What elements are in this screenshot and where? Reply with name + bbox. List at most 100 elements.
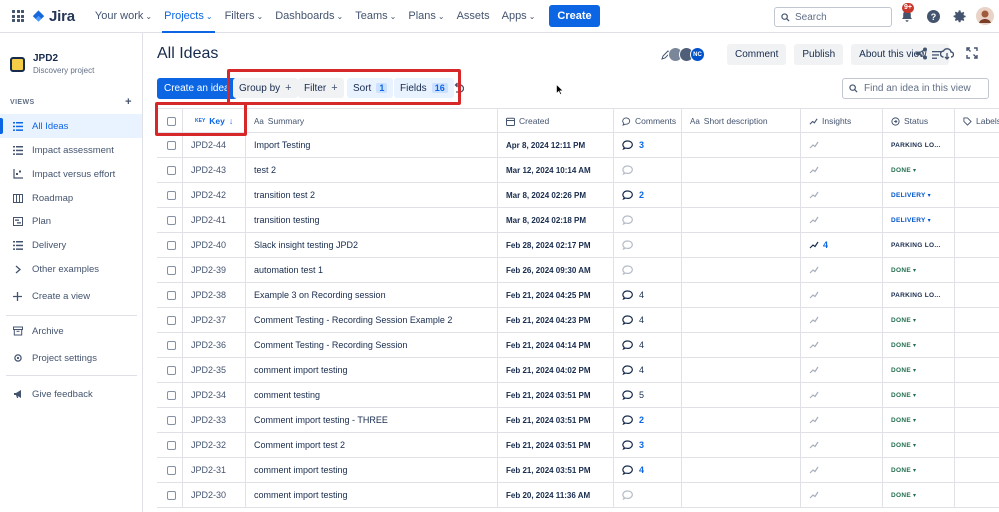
short-description-cell[interactable] [682,383,801,407]
key-cell[interactable]: JPD2-41 [183,208,246,232]
insights-cell[interactable] [801,358,883,382]
short-description-cell[interactable] [682,258,801,282]
key-cell[interactable]: JPD2-33 [183,408,246,432]
status-badge[interactable]: DONE ▾ [891,392,916,399]
row-checkbox[interactable] [167,415,176,425]
short-description-cell[interactable] [682,483,801,507]
column-header-short-description[interactable]: Aa Short description [682,109,801,133]
status-cell[interactable]: DONE ▾ [883,333,955,357]
row-select-cell[interactable] [157,433,183,457]
insights-cell[interactable] [801,133,883,157]
insights-cell[interactable] [801,283,883,307]
short-description-cell[interactable] [682,133,801,157]
table-row[interactable]: JPD2-33 Comment import testing - THREE Feb… [157,408,999,433]
status-cell[interactable]: PARKING LO... [883,283,955,307]
status-cell[interactable]: DONE ▾ [883,308,955,332]
status-cell[interactable]: DONE ▾ [883,408,955,432]
labels-cell[interactable] [955,433,999,457]
table-row[interactable]: JPD2-41 transition testing Mar 8, 2024 02:… [157,208,999,233]
status-cell[interactable]: DONE ▾ [883,258,955,282]
comment-button[interactable]: Comment [727,44,787,65]
summary-cell[interactable]: Comment import test 2 [246,433,498,457]
table-row[interactable]: JPD2-39 automation test 1 Feb 26, 2024 09:… [157,258,999,283]
insights-cell[interactable] [801,308,883,332]
cloud-export-icon[interactable] [940,47,954,60]
share-icon[interactable] [915,47,928,60]
fullscreen-icon[interactable] [966,47,978,59]
status-cell[interactable]: DONE ▾ [883,458,955,482]
settings-gear-icon[interactable] [950,7,968,25]
row-checkbox[interactable] [167,140,176,150]
row-select-cell[interactable] [157,483,183,507]
collaborator-avatars[interactable]: NC [660,47,705,62]
key-cell[interactable]: JPD2-42 [183,183,246,207]
status-cell[interactable]: DONE ▾ [883,433,955,457]
table-row[interactable]: JPD2-40 Slack insight testing JPD2 Feb 28,… [157,233,999,258]
row-select-cell[interactable] [157,383,183,407]
summary-cell[interactable]: automation test 1 [246,258,498,282]
insights-cell[interactable] [801,383,883,407]
summary-cell[interactable]: transition testing [246,208,498,232]
row-checkbox[interactable] [167,215,176,225]
table-row[interactable]: JPD2-43 test 2 Mar 12, 2024 10:14 AM DONE ▾ [157,158,999,183]
add-view-plus-icon[interactable]: + [125,96,132,108]
summary-cell[interactable]: transition test 2 [246,183,498,207]
row-checkbox[interactable] [167,390,176,400]
summary-cell[interactable]: Comment import testing - THREE [246,408,498,432]
row-select-cell[interactable] [157,358,183,382]
app-switcher-icon[interactable] [12,10,24,22]
short-description-cell[interactable] [682,158,801,182]
status-cell[interactable]: PARKING LO... [883,133,955,157]
row-checkbox[interactable] [167,440,176,450]
row-checkbox[interactable] [167,340,176,350]
short-description-cell[interactable] [682,283,801,307]
summary-cell[interactable]: comment import testing [246,483,498,507]
labels-cell[interactable] [955,133,999,157]
table-row[interactable]: JPD2-31 comment import testing Feb 21, 202… [157,458,999,483]
comments-cell[interactable] [614,233,682,257]
status-badge[interactable]: DELIVERY ▾ [891,192,931,199]
insights-cell[interactable] [801,158,883,182]
short-description-cell[interactable] [682,308,801,332]
comments-cell[interactable]: 5 [614,383,682,407]
column-header-comments[interactable]: Comments [614,109,682,133]
column-header-summary[interactable]: Aa Summary [246,109,498,133]
sidebar-item-impact-assessment[interactable]: Impact assessment [0,138,142,162]
summary-cell[interactable]: comment import testing [246,458,498,482]
summary-cell[interactable]: Comment Testing - Recording Session Exam… [246,308,498,332]
key-cell[interactable]: JPD2-36 [183,333,246,357]
comments-cell[interactable]: 4 [614,308,682,332]
status-badge[interactable]: PARKING LO... [891,242,941,249]
table-row[interactable]: JPD2-42 transition test 2 Mar 8, 2024 02:2… [157,183,999,208]
summary-cell[interactable]: Import Testing [246,133,498,157]
summary-cell[interactable]: test 2 [246,158,498,182]
sidebar-item-impact-versus-effort[interactable]: Impact versus effort [0,162,142,186]
row-select-cell[interactable] [157,183,183,207]
comments-cell[interactable]: 4 [614,283,682,307]
row-checkbox[interactable] [167,240,176,250]
column-header-insights[interactable]: Insights [801,109,883,133]
row-checkbox[interactable] [167,290,176,300]
insights-cell[interactable] [801,408,883,432]
comments-cell[interactable] [614,258,682,282]
comments-cell[interactable]: 4 [614,358,682,382]
status-badge[interactable]: DONE ▾ [891,342,916,349]
sidebar-item-other-examples[interactable]: Other examples [0,257,142,281]
key-cell[interactable]: JPD2-32 [183,433,246,457]
nav-item-plans[interactable]: Plans ⌄ [402,0,450,33]
column-header-status[interactable]: Status [883,109,955,133]
status-badge[interactable]: DELIVERY ▾ [891,217,931,224]
nav-item-teams[interactable]: Teams ⌄ [349,0,402,33]
status-cell[interactable]: PARKING LO... [883,233,955,257]
labels-cell[interactable] [955,383,999,407]
row-select-cell[interactable] [157,283,183,307]
key-cell[interactable]: JPD2-40 [183,233,246,257]
labels-cell[interactable] [955,483,999,507]
summary-cell[interactable]: Comment Testing - Recording Session [246,333,498,357]
sidebar-item-roadmap[interactable]: Roadmap [0,186,142,210]
row-checkbox[interactable] [167,165,176,175]
sidebar-item-create-a-view[interactable]: Create a view [0,284,142,308]
key-cell[interactable]: JPD2-31 [183,458,246,482]
jira-logo[interactable]: Jira [32,8,75,25]
labels-cell[interactable] [955,458,999,482]
